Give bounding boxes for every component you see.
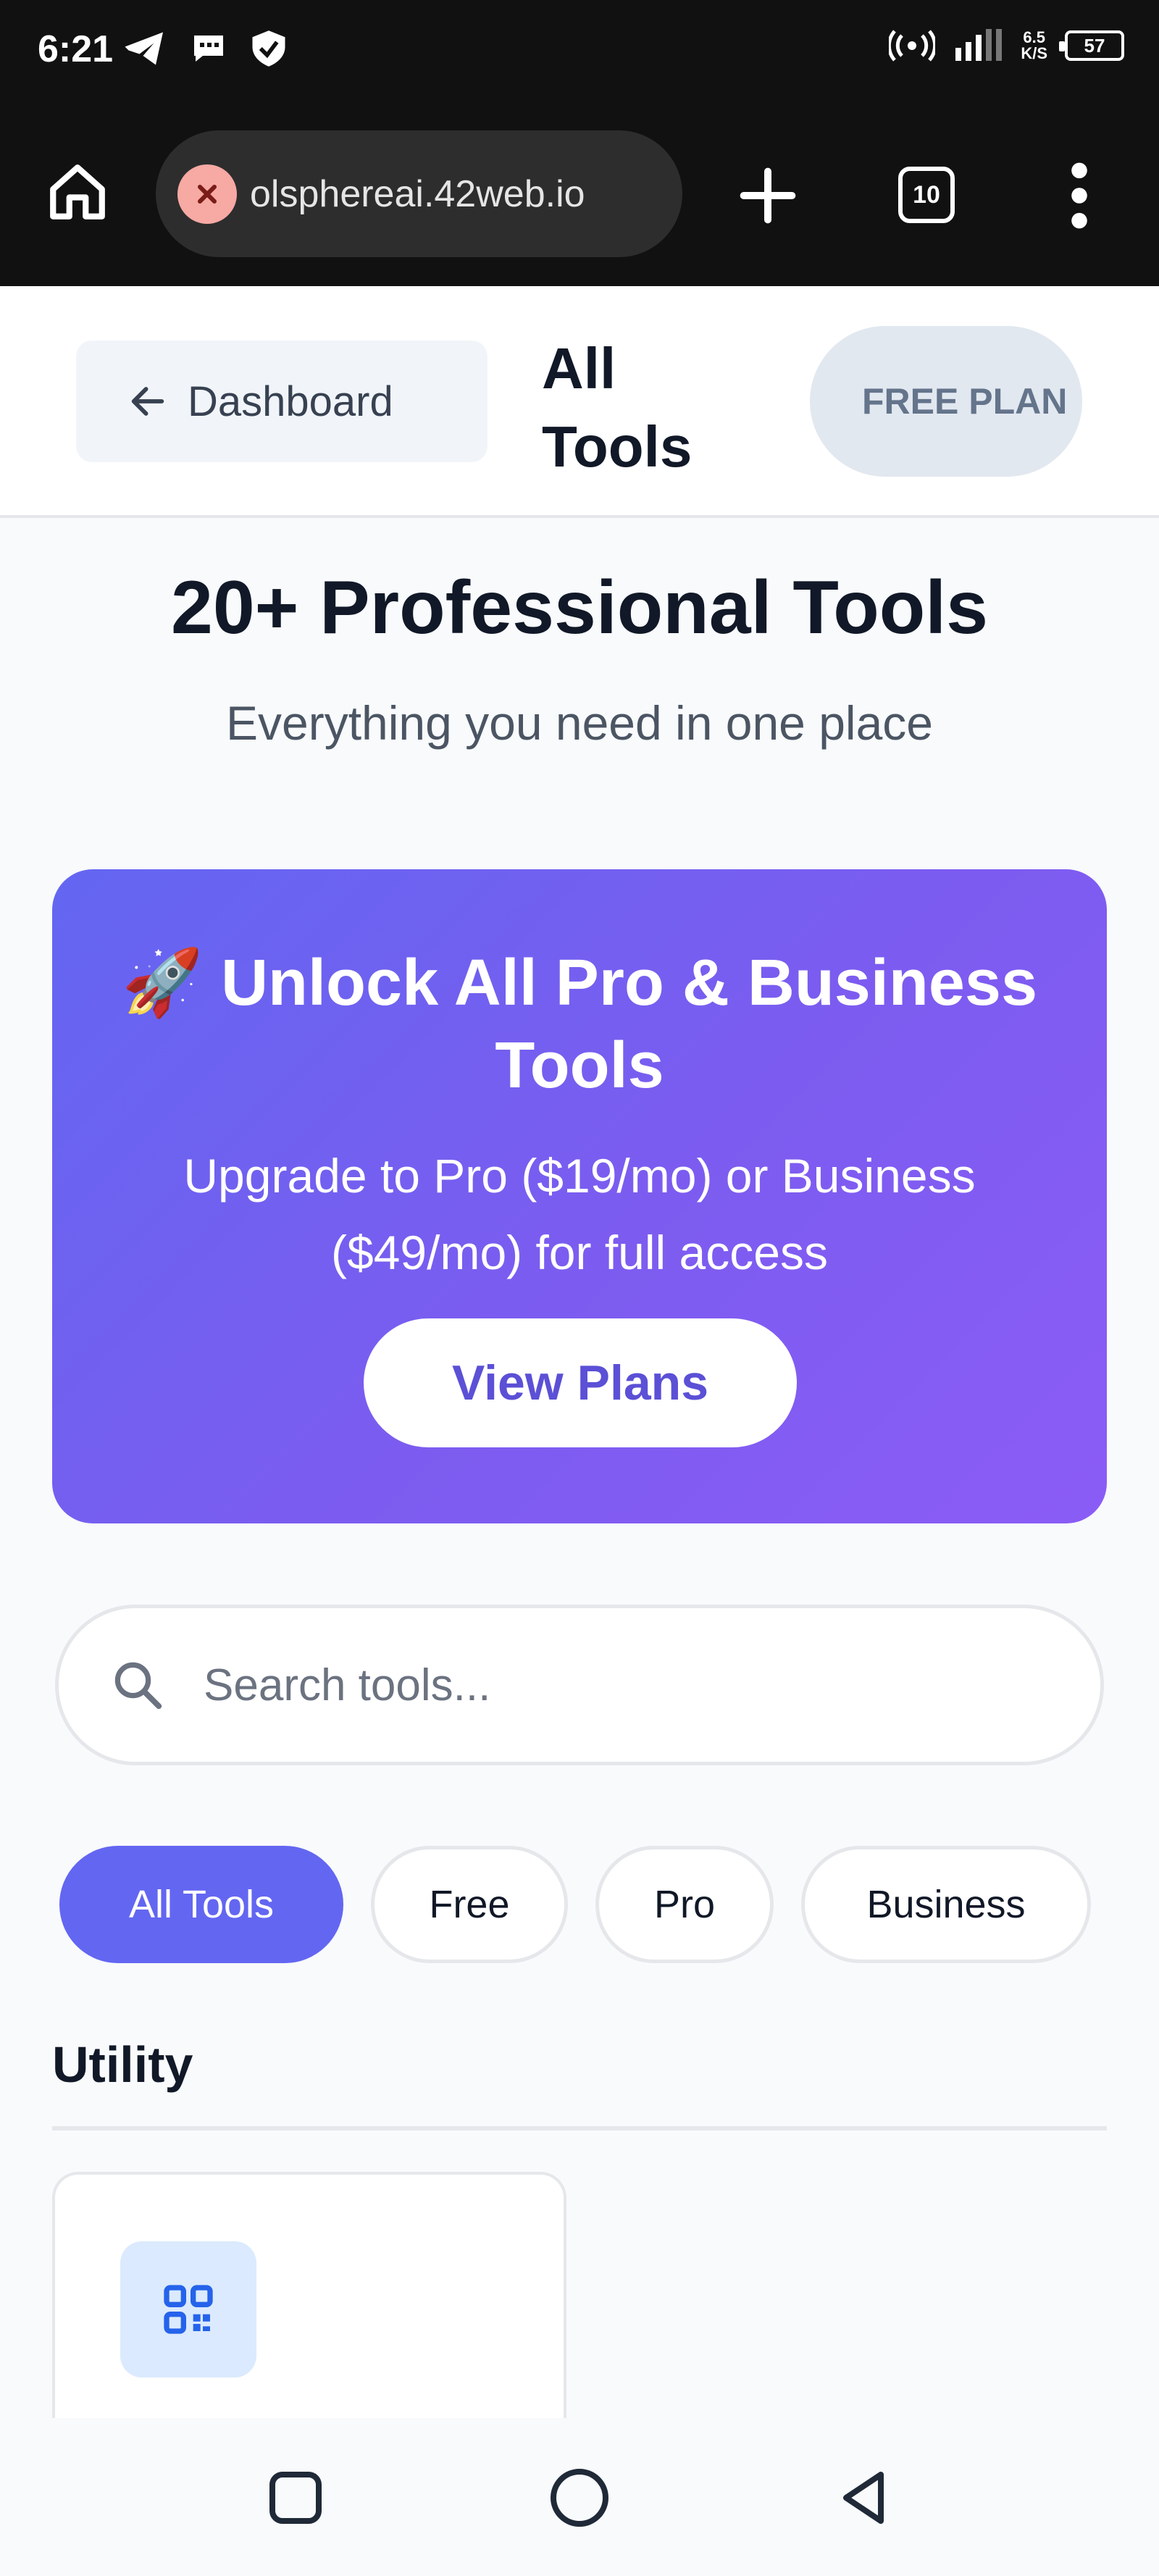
section-divider xyxy=(52,2126,1107,2130)
home-circle-icon[interactable] xyxy=(545,2463,614,2533)
filter-free[interactable]: Free xyxy=(371,1846,568,1963)
recent-apps-icon[interactable] xyxy=(261,2463,330,2533)
filter-all-tools[interactable]: All Tools xyxy=(59,1846,343,1963)
tab-switcher-button[interactable]: 10 xyxy=(898,167,955,223)
status-notification-icons xyxy=(123,29,287,68)
home-icon[interactable] xyxy=(45,159,110,225)
signal-icon xyxy=(955,29,1003,61)
url-text[interactable]: olsphereai.42web.io xyxy=(250,172,585,216)
promo-description: Upgrade to Pro ($19/mo) or Business ($49… xyxy=(183,1149,976,1279)
status-system-icons: 6.5 K/S 57 xyxy=(889,28,1124,64)
back-to-dashboard-button[interactable]: Dashboard xyxy=(76,340,488,462)
address-bar[interactable]: olsphereai.42web.io xyxy=(156,130,682,257)
close-circle-icon[interactable] xyxy=(177,164,237,224)
section-title-utility: Utility xyxy=(52,2036,193,2093)
upgrade-promo-card: 🚀 Unlock All Pro & Business Tools Upgrad… xyxy=(52,869,1107,1523)
more-vertical-icon[interactable] xyxy=(1065,159,1094,232)
filter-business[interactable]: Business xyxy=(801,1846,1091,1963)
filter-pro[interactable]: Pro xyxy=(595,1846,774,1963)
tool-card[interactable] xyxy=(52,2172,566,2418)
hotspot-icon xyxy=(889,30,936,62)
search-icon xyxy=(114,1662,162,1710)
message-icon xyxy=(194,35,223,62)
back-button-label: Dashboard xyxy=(188,377,393,425)
hero-subtitle: Everything you need in one place xyxy=(225,696,933,750)
view-plans-button[interactable]: View Plans xyxy=(364,1318,797,1447)
back-triangle-icon[interactable] xyxy=(829,2463,898,2533)
search-input[interactable] xyxy=(204,1659,1037,1711)
status-bar: 6:21 6.5 K/S 57 xyxy=(0,0,1159,109)
filter-chips: All Tools Free Pro Business xyxy=(59,1846,1091,1963)
telegram-icon xyxy=(125,32,163,65)
app-header: Dashboard All Tools FREE PLAN xyxy=(0,286,1159,518)
tool-icon-tile xyxy=(120,2241,256,2378)
system-nav-bar xyxy=(0,2418,1159,2576)
status-time: 6:21 xyxy=(38,28,114,70)
shield-icon xyxy=(252,30,285,67)
promo-title: 🚀 Unlock All Pro & Business Tools xyxy=(122,947,1037,1102)
screen: 6:21 6.5 K/S 57 olsphereai.42web.io 10 D… xyxy=(0,0,1159,2576)
search-box[interactable] xyxy=(55,1605,1104,1765)
battery-indicator: 57 xyxy=(1059,30,1124,61)
qr-code-icon xyxy=(164,2285,213,2334)
arrow-left-icon xyxy=(131,387,164,416)
plan-badge: FREE PLAN xyxy=(810,326,1082,477)
page-title: All Tools xyxy=(542,336,693,479)
network-speed: 6.5 K/S xyxy=(1021,28,1047,62)
browser-toolbar: olsphereai.42web.io 10 xyxy=(0,109,1159,286)
plus-icon[interactable] xyxy=(732,159,804,232)
hero-title: 20+ Professional Tools xyxy=(170,566,988,650)
